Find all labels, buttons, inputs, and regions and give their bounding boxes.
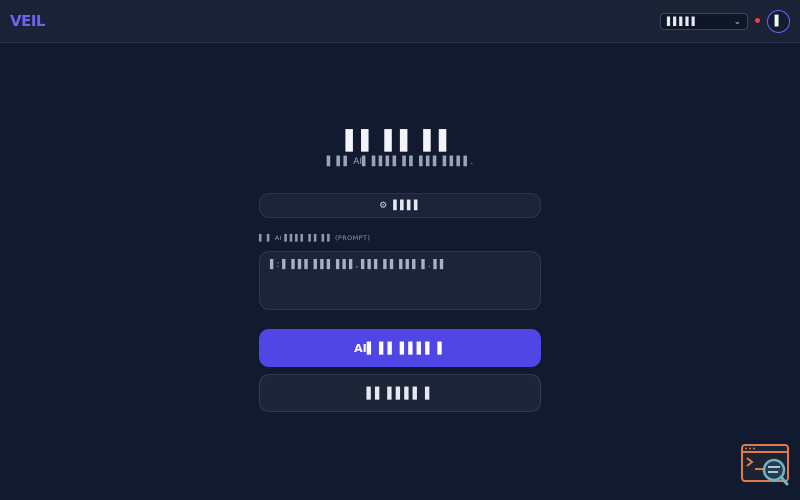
secondary-action-button[interactable]: ▌▌ ▌▌▌▌ ▌ (259, 374, 541, 412)
terminal-search-icon[interactable] (741, 444, 789, 486)
user-avatar-button[interactable]: ▌ (767, 10, 790, 33)
page-subtitle: ▌ ▌▌ AI▌ ▌▌▌▌ ▌▌ ▌▌▌ ▌▌▌▌. (326, 157, 474, 167)
app-logo[interactable]: VEIL (10, 12, 46, 30)
language-select[interactable]: ▌▌▌▌▌ ⌄ (660, 13, 748, 30)
prompt-label: ▌ ▌ AI ▌▌▌▌ ▌▌ ▌▌ (PROMPT) (259, 234, 371, 242)
gear-icon: ⚙ (379, 200, 388, 211)
top-navigation-bar: VEIL ▌▌▌▌▌ ⌄ ▌ (0, 0, 800, 43)
avatar-initial: ▌ (774, 16, 783, 27)
generate-with-ai-button[interactable]: AI▌ ▌▌ ▌▌▌▌ ▌ (259, 329, 541, 367)
language-select-value: ▌▌▌▌▌ (667, 17, 698, 26)
page-title: ▌▌ ▌▌ ▌▌ (345, 130, 455, 152)
status-indicator-dot (755, 18, 760, 23)
settings-button-label: ▌▌▌▌ (393, 200, 421, 211)
chevron-down-icon: ⌄ (733, 16, 741, 27)
prompt-input[interactable] (259, 251, 541, 310)
settings-button[interactable]: ⚙ ▌▌▌▌ (259, 193, 541, 218)
